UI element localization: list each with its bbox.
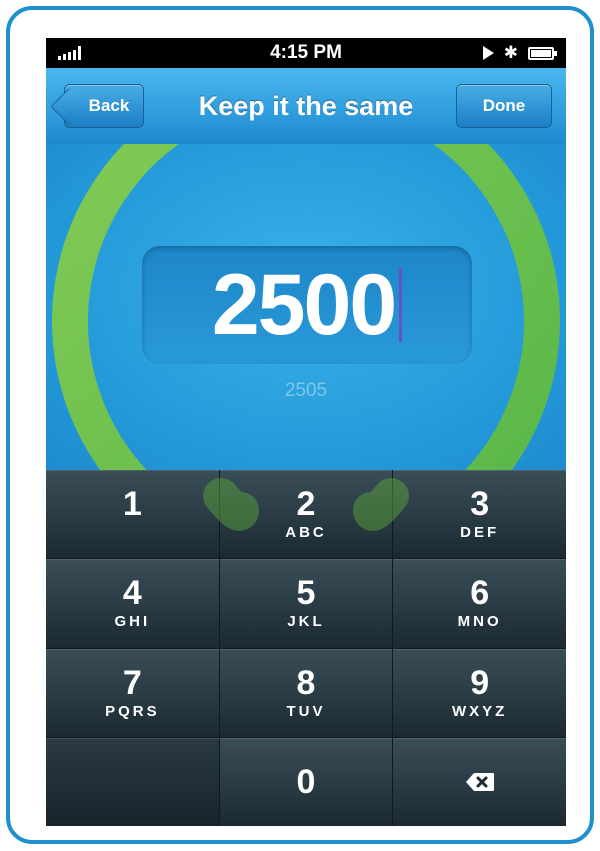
done-button-label: Done: [482, 96, 526, 115]
key-digit: 1: [122, 485, 142, 524]
key-letters: PQRS: [105, 702, 160, 720]
key-letters: WXYZ: [451, 702, 508, 720]
key-letters: DEF: [460, 524, 500, 542]
key-letters: ABC: [285, 524, 327, 542]
number-keypad: 1 2 ABC 3 DEF 4 GHI 5 JKL 6 MNO 7 PQRS 8: [46, 470, 566, 826]
goal-value-field[interactable]: 2500: [142, 246, 472, 364]
key-digit: 4: [122, 574, 142, 613]
delete-key[interactable]: [393, 737, 566, 826]
key-3[interactable]: 3 DEF: [393, 470, 566, 559]
key-digit: 5: [296, 574, 316, 613]
key-2[interactable]: 2 ABC: [219, 470, 393, 559]
key-4[interactable]: 4 GHI: [46, 559, 219, 648]
done-button[interactable]: Done: [456, 84, 552, 128]
signal-strength-icon: [58, 46, 81, 60]
key-5[interactable]: 5 JKL: [219, 559, 393, 648]
key-letters: JKL: [287, 613, 325, 631]
back-button-label: Back: [88, 96, 130, 115]
goal-value: 2500: [211, 256, 397, 353]
key-digit: 3: [470, 485, 490, 524]
key-digit: 0: [296, 762, 316, 801]
text-cursor: [399, 268, 403, 342]
key-digit: 6: [470, 574, 490, 613]
navigation-bar: Keep it the same Back Done: [46, 68, 566, 145]
backspace-icon: [465, 772, 494, 791]
key-7[interactable]: 7 PQRS: [46, 648, 219, 737]
key-digit: 2: [296, 485, 316, 524]
key-digit: 9: [470, 663, 490, 702]
bluetooth-icon: ✱: [503, 43, 518, 62]
key-letters: GHI: [114, 613, 151, 631]
back-button[interactable]: Back: [64, 84, 144, 128]
key-blank: [46, 737, 219, 826]
status-bar: 4:15 PM ✱: [46, 38, 566, 68]
previous-value: 2505: [284, 380, 328, 401]
key-0[interactable]: 0: [219, 737, 393, 826]
phone-screen: 4:15 PM ✱ Keep it the same Back Done 250…: [46, 38, 566, 826]
key-9[interactable]: 9 WXYZ: [393, 648, 566, 737]
key-6[interactable]: 6 MNO: [393, 559, 566, 648]
status-time: 4:15 PM: [270, 42, 342, 63]
key-digit: 8: [296, 663, 316, 702]
play-icon: [482, 46, 494, 60]
key-letters: TUV: [286, 702, 326, 720]
key-1[interactable]: 1: [46, 470, 219, 559]
key-letters: MNO: [457, 613, 502, 631]
key-digit: 7: [122, 663, 142, 702]
key-8[interactable]: 8 TUV: [219, 648, 393, 737]
goal-display-area: 2500 2505: [46, 144, 566, 470]
battery-icon: [528, 46, 557, 60]
